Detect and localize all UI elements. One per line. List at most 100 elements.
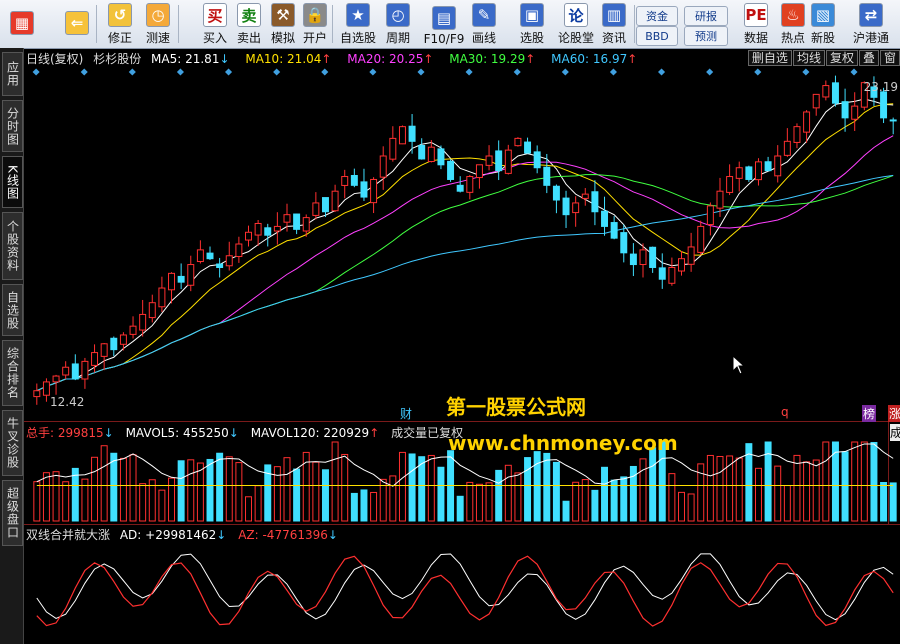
toolbar-button-label: 周期 (385, 31, 410, 45)
volume-bar (225, 456, 233, 522)
capital-button[interactable]: 资金 (636, 6, 678, 26)
测速-button[interactable]: ◷ 测速 (140, 2, 176, 46)
candle-body (495, 150, 503, 172)
ma10-line (36, 103, 894, 392)
ma-toggle-button[interactable]: 均线 (792, 50, 825, 66)
back-arrow-button[interactable]: ⇐ (60, 2, 94, 46)
F10/F9-button[interactable]: ▤ F10/F9 (424, 2, 464, 46)
az-line (36, 555, 894, 627)
volume-bar (110, 452, 118, 522)
volume-bar (196, 462, 204, 522)
adjust-button[interactable]: 复权 (825, 50, 858, 66)
candle-body (148, 302, 156, 319)
event-diamond (369, 68, 377, 76)
candle-body (620, 232, 628, 254)
candle-body (360, 181, 368, 198)
周期-button[interactable]: ◴ 周期 (378, 2, 418, 46)
event-diamond (273, 68, 281, 76)
volume-bar (466, 481, 474, 522)
volume-bar (370, 491, 378, 522)
stock-name: 杉杉股份 (93, 52, 142, 66)
volume-bar (283, 457, 291, 522)
数据-button[interactable]: PE 数据 (740, 2, 772, 46)
star-icon: ★ (346, 3, 370, 27)
overlay-button[interactable]: 叠 (858, 50, 879, 66)
candle-body (687, 246, 695, 265)
论股堂-button[interactable]: 论论股堂 (556, 2, 596, 46)
tab-stock-profile[interactable]: 个股资料 (2, 212, 23, 280)
tab-watchlist[interactable]: 自选股 (2, 284, 23, 336)
window-button[interactable]: 窗 (879, 50, 900, 66)
卖出-button[interactable]: 卖卖出 (234, 2, 264, 46)
event-mark-limit-up[interactable]: 涨 (888, 405, 900, 422)
event-mark-rank[interactable]: 榜 (862, 405, 877, 422)
tab-kline[interactable]: K线图 (2, 156, 23, 208)
fix-icon: ↺ (108, 3, 132, 27)
event-mark-q[interactable]: q (781, 405, 789, 419)
event-mark-finance[interactable]: 财 (400, 405, 412, 422)
candle-body (42, 381, 50, 396)
tab-apps[interactable]: 应用 (2, 52, 23, 96)
ma60-label: MA60: 16.97↑ (551, 52, 638, 66)
tab-intraday[interactable]: 分时图 (2, 100, 23, 152)
volume-bar (129, 454, 137, 522)
ma30-line (36, 173, 894, 392)
买入-button[interactable]: 买买入 (200, 2, 230, 46)
toolbar-button-label: F10/F9 (423, 32, 465, 46)
ma5-label: MA5: 21.81↓ (151, 52, 230, 66)
修正-button[interactable]: ↺ 修正 (104, 2, 136, 46)
volume-bar (889, 482, 897, 522)
volume-bar (533, 451, 541, 522)
沪港通-button[interactable]: ⇄ 沪港通 (846, 2, 896, 46)
volume-bar (774, 465, 782, 522)
candle-body (168, 272, 176, 291)
candle-body (225, 255, 233, 267)
volume-bar (427, 454, 435, 522)
ma10-label: MA10: 21.04↑ (245, 52, 332, 66)
volume-bar (572, 481, 580, 522)
热点-button[interactable]: ♨ 热点 (778, 2, 808, 46)
volume-bar (524, 457, 532, 522)
candle-body (264, 227, 272, 236)
volume-bar (601, 466, 609, 522)
tab-ranking[interactable]: 综合排名 (2, 340, 23, 406)
自选股-button[interactable]: ★ 自选股 (338, 2, 378, 46)
candle-body (841, 101, 849, 119)
volume-bar (437, 466, 445, 522)
模拟-button[interactable]: ⚒ 模拟 (268, 2, 298, 46)
pane-divider (888, 421, 889, 524)
volume-bar (206, 458, 214, 522)
volume-bar (543, 452, 551, 522)
bbd-button[interactable]: BBD (636, 26, 678, 46)
candle-body (475, 164, 483, 179)
candle-body (514, 137, 522, 147)
volume-bar (312, 461, 320, 522)
event-diamond (658, 68, 666, 76)
tab-super-order-book[interactable]: 超级盘口 (2, 480, 23, 546)
选股-button[interactable]: ▣ 选股 (512, 2, 552, 46)
candle-body (889, 119, 897, 122)
home-button[interactable]: ▦ (6, 2, 38, 46)
volume-bar (803, 461, 811, 522)
toolbar-button-label: 数据 (743, 31, 768, 45)
开户-button[interactable]: 🔒 开户 (300, 2, 330, 46)
新股-button[interactable]: ▧ 新股 (808, 2, 838, 46)
remove-watchlist-button[interactable]: 删自选 (747, 50, 792, 66)
kline-chart[interactable] (24, 66, 900, 644)
volume-bar (870, 441, 878, 522)
candle-body (398, 126, 406, 145)
画线-button[interactable]: ✎ 画线 (466, 2, 502, 46)
candle-body (52, 375, 60, 383)
candle-body (341, 176, 349, 186)
hot-icon: ♨ (781, 3, 805, 27)
资讯-button[interactable]: ▥ 资讯 (596, 2, 632, 46)
volume-bar (168, 477, 176, 522)
ma30-label: MA30: 19.29↑ (449, 52, 536, 66)
candle-body (370, 178, 378, 204)
research-button[interactable]: 研报 (684, 6, 728, 26)
forecast-button[interactable]: 预测 (684, 26, 728, 46)
event-diamond (706, 68, 714, 76)
tab-diagnosis[interactable]: 牛叉诊股 (2, 410, 23, 476)
candle-body (880, 91, 888, 119)
volume-bar (350, 492, 358, 522)
